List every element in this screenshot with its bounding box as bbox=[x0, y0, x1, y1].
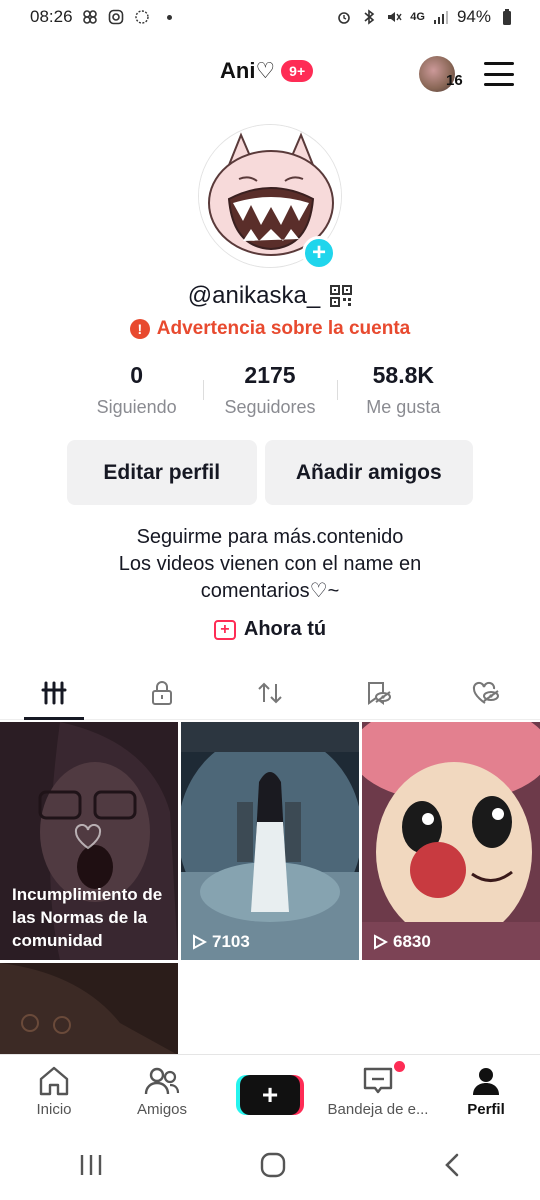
stat-label: Seguidores bbox=[224, 397, 316, 417]
stat-value: 0 bbox=[130, 362, 144, 388]
stat-following[interactable]: 0 Siguiendo bbox=[70, 362, 203, 418]
grid-icon bbox=[41, 681, 67, 704]
recent-apps-icon[interactable] bbox=[78, 1153, 104, 1177]
home-button-icon[interactable] bbox=[259, 1151, 287, 1179]
content-tabs bbox=[0, 666, 540, 720]
view-count-text: 6830 bbox=[393, 932, 431, 951]
add-avatar-button[interactable]: + bbox=[302, 236, 336, 270]
tab-saved[interactable] bbox=[324, 666, 432, 719]
repost-icon bbox=[258, 682, 282, 703]
hidden-bookmark-icon bbox=[368, 681, 391, 705]
lock-icon bbox=[152, 680, 172, 705]
add-friends-button[interactable]: Añadir amigos bbox=[264, 440, 473, 505]
nav-friends[interactable]: Amigos bbox=[108, 1055, 216, 1130]
promote-link[interactable]: + Ahora tú bbox=[0, 618, 540, 641]
video-tile[interactable]: 7103 bbox=[181, 722, 359, 960]
stat-likes[interactable]: 58.8K Me gusta bbox=[336, 362, 470, 418]
bio-line: Los videos vienen con el name en bbox=[118, 553, 422, 575]
stat-label: Siguiendo bbox=[96, 397, 177, 417]
stat-value: 2175 bbox=[244, 362, 296, 388]
bluetooth-icon bbox=[360, 8, 378, 26]
signal-icon bbox=[432, 8, 450, 26]
violation-label: Incumplimiento de las Normas de la comun… bbox=[12, 885, 163, 950]
qr-code-icon[interactable] bbox=[330, 285, 353, 307]
alarm-icon bbox=[335, 8, 353, 26]
bio-line: Seguirme para más.contenido bbox=[136, 526, 404, 548]
friends-icon bbox=[144, 1067, 180, 1095]
notification-badge: 9+ bbox=[281, 60, 314, 82]
nav-label: Amigos bbox=[136, 1101, 188, 1118]
profile-stats: 0 Siguiendo 2175 Seguidores 58.8K Me gus… bbox=[70, 362, 470, 418]
header-avatar-count: 16 bbox=[446, 72, 463, 89]
video-tile[interactable] bbox=[0, 963, 178, 1055]
edit-profile-button[interactable]: Editar perfil bbox=[67, 440, 257, 505]
create-icon: + bbox=[240, 1075, 300, 1115]
stat-label: Me gusta bbox=[366, 397, 441, 417]
tab-liked[interactable] bbox=[432, 666, 540, 719]
video-tile[interactable]: 6830 bbox=[362, 722, 540, 960]
nav-home[interactable]: Inicio bbox=[0, 1055, 108, 1130]
pinwheel-icon bbox=[81, 8, 99, 26]
nav-label: Inicio bbox=[36, 1101, 72, 1118]
bottom-navigation: Inicio Amigos + Bandeja de e... Perfil bbox=[0, 1054, 540, 1130]
stat-value: 58.8K bbox=[372, 362, 434, 388]
home-icon bbox=[39, 1066, 69, 1096]
profile-icon bbox=[473, 1068, 499, 1095]
play-icon bbox=[374, 934, 388, 950]
view-count-text: 7103 bbox=[212, 932, 250, 951]
nav-label: Perfil bbox=[467, 1101, 505, 1118]
profile-header: Ani♡ 9+ 16 bbox=[0, 50, 540, 96]
network-type: 4G bbox=[410, 11, 425, 23]
play-icon bbox=[193, 934, 207, 950]
promote-label: Ahora tú bbox=[243, 618, 327, 640]
more-notifications-dot bbox=[166, 14, 172, 20]
account-warning[interactable]: ! Advertencia sobre la cuenta bbox=[0, 318, 540, 340]
warning-icon: ! bbox=[129, 319, 150, 339]
nav-inbox[interactable]: Bandeja de e... bbox=[324, 1055, 432, 1130]
mute-icon bbox=[385, 8, 403, 26]
app-notification-icon bbox=[133, 8, 151, 26]
hidden-like-icon bbox=[472, 681, 499, 704]
username: @anikaska_ bbox=[187, 282, 321, 309]
account-switcher[interactable]: Ani♡ 9+ bbox=[220, 58, 314, 84]
stat-followers[interactable]: 2175 Seguidores bbox=[203, 362, 336, 418]
profile-bio: Seguirme para más.contenido Los videos v… bbox=[0, 524, 540, 605]
battery-icon bbox=[498, 8, 516, 26]
nav-label: Bandeja de e... bbox=[327, 1101, 429, 1118]
tab-reposts[interactable] bbox=[216, 666, 324, 719]
nav-create[interactable]: + bbox=[216, 1055, 324, 1130]
view-count: 6830 bbox=[372, 932, 431, 952]
view-count: 7103 bbox=[191, 932, 250, 952]
menu-icon[interactable] bbox=[484, 62, 514, 86]
instagram-icon bbox=[107, 8, 125, 26]
video-tile[interactable]: Incumplimiento de las Normas de la comun… bbox=[0, 722, 178, 960]
inbox-unread-dot bbox=[394, 1061, 405, 1072]
system-navigation bbox=[0, 1130, 540, 1200]
bio-line: comentarios♡~ bbox=[200, 580, 340, 602]
header-title: Ani♡ bbox=[220, 58, 276, 83]
nav-profile[interactable]: Perfil bbox=[432, 1055, 540, 1130]
tab-videos[interactable] bbox=[0, 666, 108, 720]
battery-level: 94% bbox=[456, 7, 491, 26]
heart-icon bbox=[74, 824, 102, 850]
inbox-icon bbox=[363, 1067, 393, 1094]
status-bar: 08:26 4G 94% bbox=[0, 0, 540, 34]
account-warning-text: Advertencia sobre la cuenta bbox=[156, 318, 411, 339]
back-icon[interactable] bbox=[442, 1152, 462, 1178]
tab-private[interactable] bbox=[108, 666, 216, 719]
status-time: 08:26 bbox=[30, 7, 73, 26]
promote-plus-icon: + bbox=[213, 619, 236, 640]
